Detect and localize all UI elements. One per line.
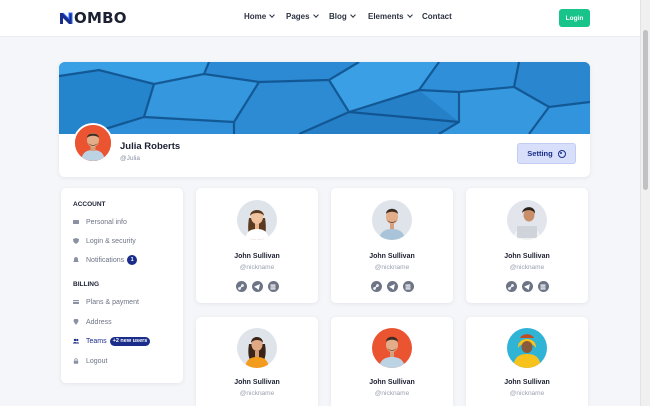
sidebar-item-address[interactable]: Address bbox=[73, 317, 112, 327]
login-button[interactable]: Login bbox=[559, 9, 590, 27]
chevron-down-icon bbox=[406, 12, 413, 18]
sidebar-item-label: Notifications bbox=[86, 256, 125, 264]
nav-home-label: Home bbox=[244, 12, 267, 21]
sidebar-item-label: Personal info bbox=[86, 218, 127, 226]
user-avatar-image bbox=[507, 328, 547, 368]
link-icon[interactable] bbox=[370, 281, 382, 292]
user-name: John Sullivan bbox=[369, 253, 415, 260]
user-avatar bbox=[507, 200, 547, 240]
user-card[interactable]: John Sullivan @nickname bbox=[466, 317, 588, 406]
grid-icon[interactable] bbox=[267, 281, 279, 292]
user-handle: @nickname bbox=[239, 264, 275, 271]
telegram-icon[interactable] bbox=[386, 281, 398, 292]
bell-icon bbox=[73, 257, 79, 262]
nav-home[interactable]: Home bbox=[244, 12, 276, 21]
nav-blog[interactable]: Blog bbox=[329, 12, 356, 21]
user-name: John Sullivan bbox=[369, 379, 415, 386]
user-handle: @nickname bbox=[509, 390, 545, 397]
sidebar-item-label: Address bbox=[86, 318, 112, 326]
user-handle: @nickname bbox=[374, 264, 410, 271]
user-card[interactable]: John Sullivan @nickname bbox=[466, 188, 588, 303]
gear-icon bbox=[557, 149, 566, 158]
profile-card: Julia Roberts @Julia Setting bbox=[59, 62, 590, 177]
card-icon bbox=[73, 300, 79, 304]
profile-avatar-image bbox=[75, 125, 111, 161]
new-users-badge: +2 new users bbox=[109, 336, 151, 346]
page-scrollbar[interactable] bbox=[640, 0, 650, 406]
sidebar-item-teams[interactable]: Teams +2 new users bbox=[73, 336, 151, 346]
user-avatar-image bbox=[237, 200, 277, 240]
user-avatar-image bbox=[372, 200, 412, 240]
social-links bbox=[466, 281, 588, 292]
account-sidebar: ACCOUNT Personal info Login & security N… bbox=[61, 188, 183, 383]
profile-name: Julia Roberts bbox=[120, 141, 181, 152]
grid-icon[interactable] bbox=[537, 281, 549, 292]
telegram-icon[interactable] bbox=[251, 281, 263, 292]
nav-pages[interactable]: Pages bbox=[286, 12, 319, 21]
user-name: John Sullivan bbox=[234, 379, 280, 386]
grid-icon[interactable] bbox=[402, 281, 414, 292]
telegram-icon[interactable] bbox=[521, 281, 533, 292]
social-links bbox=[331, 281, 453, 292]
setting-button-label: Setting bbox=[527, 149, 553, 158]
logo-mark-icon bbox=[60, 12, 73, 24]
user-avatar bbox=[372, 200, 412, 240]
users-icon bbox=[73, 338, 79, 344]
user-card[interactable]: John Sullivan @nickname bbox=[196, 188, 318, 303]
logo-text: OMBO bbox=[74, 9, 127, 27]
user-card[interactable]: John Sullivan @nickname bbox=[331, 188, 453, 303]
user-handle: @nickname bbox=[374, 390, 410, 397]
user-avatar-image bbox=[507, 200, 547, 240]
nav-elements-label: Elements bbox=[368, 12, 404, 21]
user-handle: @nickname bbox=[509, 264, 545, 271]
chevron-down-icon bbox=[312, 12, 319, 18]
nav-elements[interactable]: Elements bbox=[368, 12, 413, 21]
user-card[interactable]: John Sullivan @nickname bbox=[331, 317, 453, 406]
user-name: John Sullivan bbox=[234, 253, 280, 260]
user-name: John Sullivan bbox=[504, 253, 550, 260]
nav-blog-label: Blog bbox=[329, 12, 347, 21]
user-handle: @nickname bbox=[239, 390, 275, 397]
id-card-icon bbox=[73, 220, 79, 224]
nav-contact-label: Contact bbox=[422, 12, 452, 21]
sidebar-item-notifications[interactable]: Notifications 1 bbox=[73, 255, 138, 265]
map-pin-icon bbox=[73, 319, 79, 325]
shield-icon bbox=[73, 238, 79, 244]
cover-image bbox=[59, 62, 590, 134]
sidebar-item-personal-info[interactable]: Personal info bbox=[73, 217, 127, 227]
sidebar-item-label: Plans & payment bbox=[86, 298, 139, 306]
sidebar-item-login-security[interactable]: Login & security bbox=[73, 236, 136, 246]
link-icon[interactable] bbox=[235, 281, 247, 292]
profile-avatar[interactable] bbox=[73, 123, 113, 163]
sidebar-item-label: Logout bbox=[86, 357, 108, 365]
account-section-title: ACCOUNT bbox=[73, 201, 106, 208]
link-icon[interactable] bbox=[505, 281, 517, 292]
chevron-down-icon bbox=[269, 12, 276, 18]
sidebar-item-label: Teams bbox=[86, 337, 107, 345]
sidebar-item-plans-payment[interactable]: Plans & payment bbox=[73, 297, 139, 307]
user-name: John Sullivan bbox=[504, 379, 550, 386]
sidebar-item-logout[interactable]: Logout bbox=[73, 356, 107, 366]
chevron-down-icon bbox=[349, 12, 356, 18]
logo[interactable]: OMBO bbox=[59, 9, 127, 27]
nav-contact[interactable]: Contact bbox=[422, 12, 452, 21]
billing-section-title: BILLING bbox=[73, 281, 99, 288]
user-avatar-image bbox=[237, 328, 277, 368]
lock-icon bbox=[73, 358, 79, 364]
nav-pages-label: Pages bbox=[286, 12, 310, 21]
scrollbar-thumb[interactable] bbox=[643, 30, 648, 190]
user-avatar-image bbox=[372, 328, 412, 368]
notification-count-badge: 1 bbox=[127, 255, 138, 265]
top-navbar: OMBO Home Pages Blog Elements Contact Lo… bbox=[0, 0, 640, 37]
user-avatar bbox=[237, 200, 277, 240]
setting-button[interactable]: Setting bbox=[517, 143, 576, 164]
user-avatar bbox=[237, 328, 277, 368]
user-avatar bbox=[372, 328, 412, 368]
profile-handle: @Julia bbox=[120, 155, 140, 162]
sidebar-item-label: Login & security bbox=[86, 237, 136, 245]
user-card[interactable]: John Sullivan @nickname bbox=[196, 317, 318, 406]
user-avatar bbox=[507, 328, 547, 368]
social-links bbox=[196, 281, 318, 292]
